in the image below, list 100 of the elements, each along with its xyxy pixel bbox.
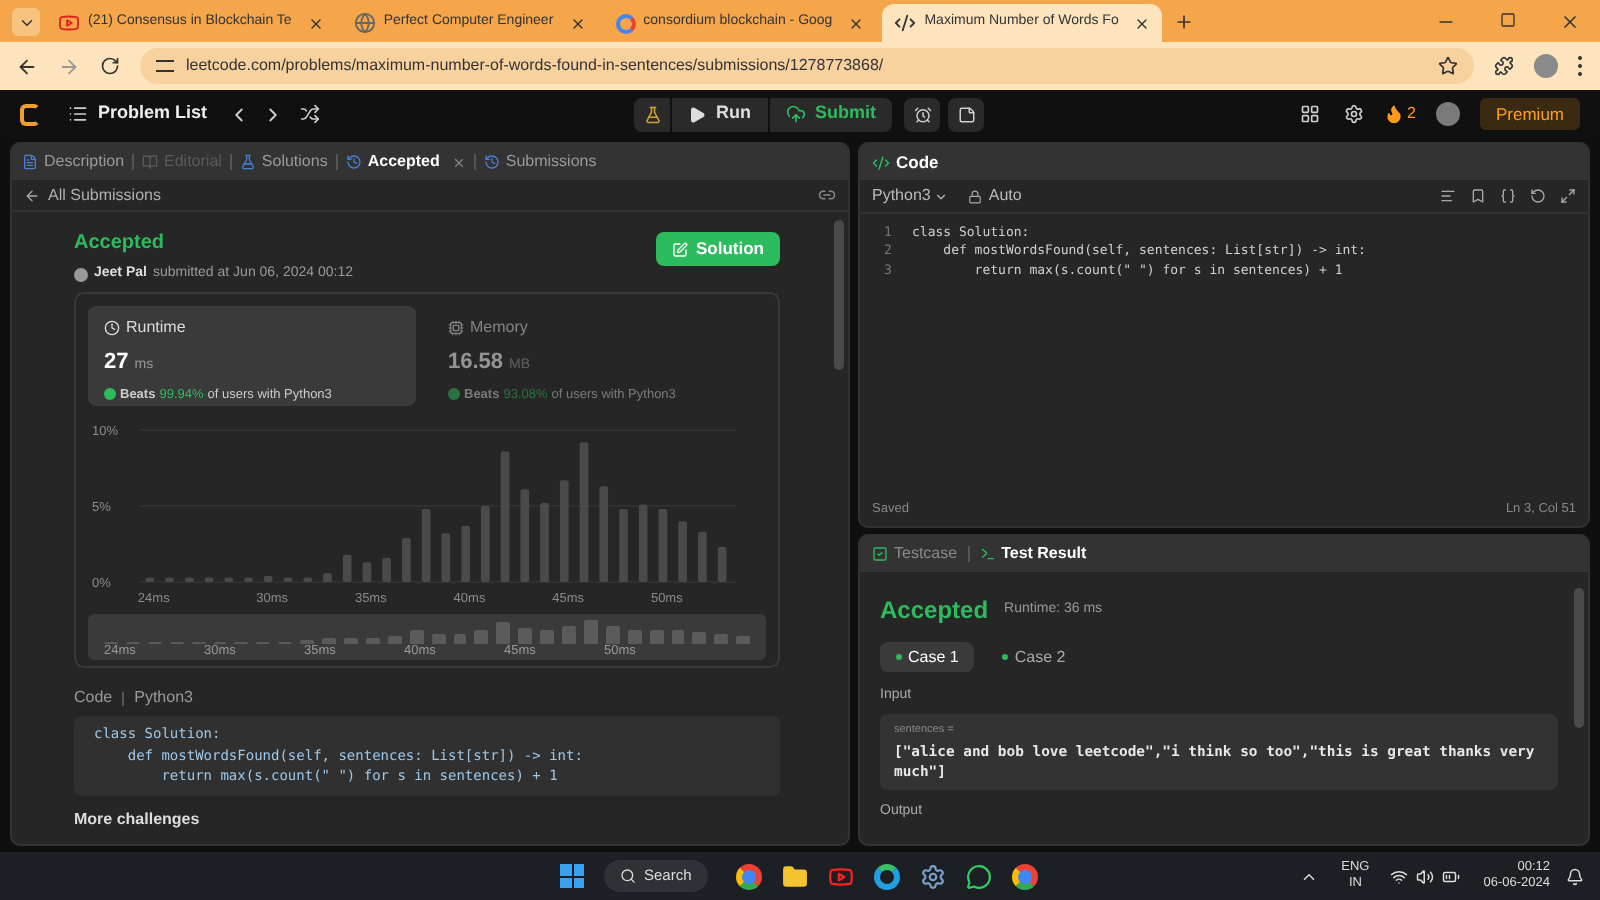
site-info-icon[interactable] [156,60,174,72]
flame-icon[interactable] [1383,104,1404,124]
battery-icon[interactable] [1441,867,1460,885]
start-icon[interactable] [560,864,584,888]
bookmark-icon[interactable] [1438,56,1458,76]
close-icon[interactable] [307,15,324,31]
scrollbar[interactable] [834,220,844,370]
overview-bar [692,632,707,644]
tab-search-button[interactable] [12,8,40,36]
overview-bar [387,635,402,644]
shuffle-icon[interactable] [299,104,320,124]
expand-icon[interactable] [1560,188,1576,204]
histogram-bar [362,562,372,582]
back-icon[interactable] [24,187,40,203]
overview-bar [343,638,358,644]
section-heading: More challenges [74,808,202,832]
histogram-bar [678,521,687,582]
panel-tab[interactable]: Accepted [345,150,466,174]
overview-bar [605,626,620,644]
histogram-bar [224,577,234,582]
overview-bar [649,629,664,644]
submit-button[interactable]: Submit [769,97,893,131]
settings-icon[interactable] [1343,104,1364,124]
book-icon [142,154,159,170]
browser-icon[interactable] [735,863,762,889]
overview-bar [540,629,555,644]
close-icon[interactable] [569,15,586,31]
notes-icon[interactable] [948,97,985,131]
new-tab-icon[interactable] [1174,12,1195,32]
overview-bar [474,630,489,644]
problem-list-link[interactable]: Problem List [98,100,208,128]
histogram-bar [303,577,313,582]
back-icon[interactable] [16,55,38,77]
overview-bar [518,627,533,644]
checkbox-icon [872,546,888,562]
terminal-icon [979,546,996,562]
bookmark-icon[interactable] [1470,188,1486,204]
settings-icon[interactable] [919,863,946,889]
histogram-bar [283,577,293,582]
reset-icon[interactable] [1530,188,1546,204]
wifi-icon[interactable] [1389,867,1408,885]
history-icon [483,154,500,170]
case-tab[interactable]: Case 1 [880,642,975,672]
braces-icon[interactable] [1500,188,1516,204]
all-submissions-link[interactable]: All Submissions [48,183,161,207]
format-icon[interactable] [1440,188,1456,204]
panel-tab[interactable]: Test Result [979,542,1087,566]
close-icon[interactable] [1560,12,1580,32]
language-dropdown[interactable]: Python3 [872,184,949,208]
layout-icon[interactable] [1299,104,1320,124]
link-icon[interactable] [818,186,836,204]
timer-icon[interactable] [904,97,941,131]
search-logo-icon [615,13,636,33]
histogram-bar [540,502,549,582]
menu-icon[interactable] [1578,56,1584,76]
search-icon [620,868,636,884]
user-avatar[interactable] [1436,102,1460,126]
histogram-bar [717,547,727,582]
scrollbar[interactable] [1574,588,1584,728]
histogram-bar [619,509,628,582]
url-text: leetcode.com/problems/maximum-number-of-words-found-in-sentences/submissions/1278773868/ [186,54,886,78]
panel-tab[interactable]: Testcase [872,542,958,566]
profile-avatar[interactable] [1534,54,1558,78]
address-bar[interactable]: leetcode.com/problems/maximum-number-of-words-found-in-sentences/submissions/1278773868/ [140,48,1474,84]
folder-icon[interactable] [781,863,808,889]
run-button[interactable]: Run [672,97,768,131]
volume-icon[interactable] [1415,867,1434,885]
extensions-icon[interactable] [1494,56,1514,76]
panel-tab[interactable]: Solutions [239,150,328,174]
video-icon[interactable] [827,863,854,889]
stat-value: 27 [104,348,129,378]
close-icon[interactable] [1134,15,1151,31]
browser-icon[interactable] [873,863,900,889]
panel-title: Code [896,149,939,175]
histogram-bar [421,509,431,582]
histogram-bar [579,442,589,582]
reload-icon[interactable] [100,56,120,76]
panel-tab[interactable]: Description [22,150,125,174]
alarm-icon [913,105,932,123]
maximize-icon[interactable] [1500,12,1516,28]
case-tab[interactable]: Case 2 [986,642,1082,672]
notification-icon[interactable] [1566,867,1584,885]
histogram-bar [559,480,569,582]
browser-icon[interactable] [1011,863,1038,889]
upload-icon [785,104,806,124]
chat-icon[interactable] [965,863,992,889]
video-icon [58,12,80,34]
histogram-bar [638,504,648,582]
stat-label: Runtime [126,316,186,340]
overview-bar [365,638,380,644]
close-icon[interactable] [848,15,865,31]
logo-icon[interactable] [20,103,40,125]
streak-count: 2 [1407,102,1416,126]
debug-icon[interactable] [634,97,671,131]
edit-icon [672,241,688,257]
premium-button[interactable]: Premium [1480,98,1581,130]
panel-tab[interactable]: Submissions [483,150,597,174]
globe-icon [353,12,376,34]
list-icon[interactable] [68,104,88,124]
histogram-bar [342,554,352,582]
